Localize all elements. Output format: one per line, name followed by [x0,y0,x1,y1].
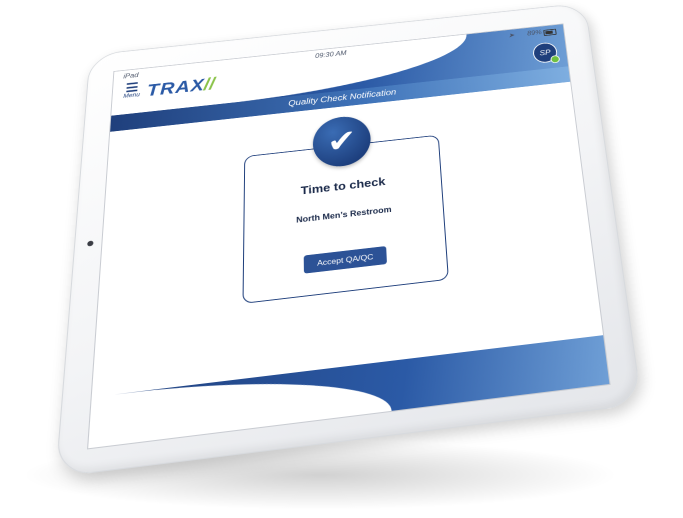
avatar-initials: SP [539,48,551,57]
carrier-label: iPad [123,71,139,80]
location-label: North Men’s Restroom [244,199,442,230]
battery-icon [543,29,556,36]
location-arrow-icon: ➤ [508,32,515,39]
notification-card: ✔ Time to check North Men’s Restroom Acc… [242,135,448,304]
battery-percent: 89% [527,29,542,37]
screen: iPad 09:30 AM ➤ 89% ☰ Menu TRAX // SP Qu… [87,23,611,449]
checkmark-icon: ✔ [313,114,372,169]
camera-dot [87,240,93,246]
menu-button[interactable]: ☰ Menu [122,83,142,105]
accept-qa-qc-button[interactable]: Accept QA/QC [304,246,387,274]
tablet-device: iPad 09:30 AM ➤ 89% ☰ Menu TRAX // SP Qu… [55,3,642,478]
trax-logo-slashes: // [203,75,215,95]
card-heading: Time to check [245,169,441,204]
menu-label: Menu [122,92,141,100]
footer-sweep [88,335,609,448]
